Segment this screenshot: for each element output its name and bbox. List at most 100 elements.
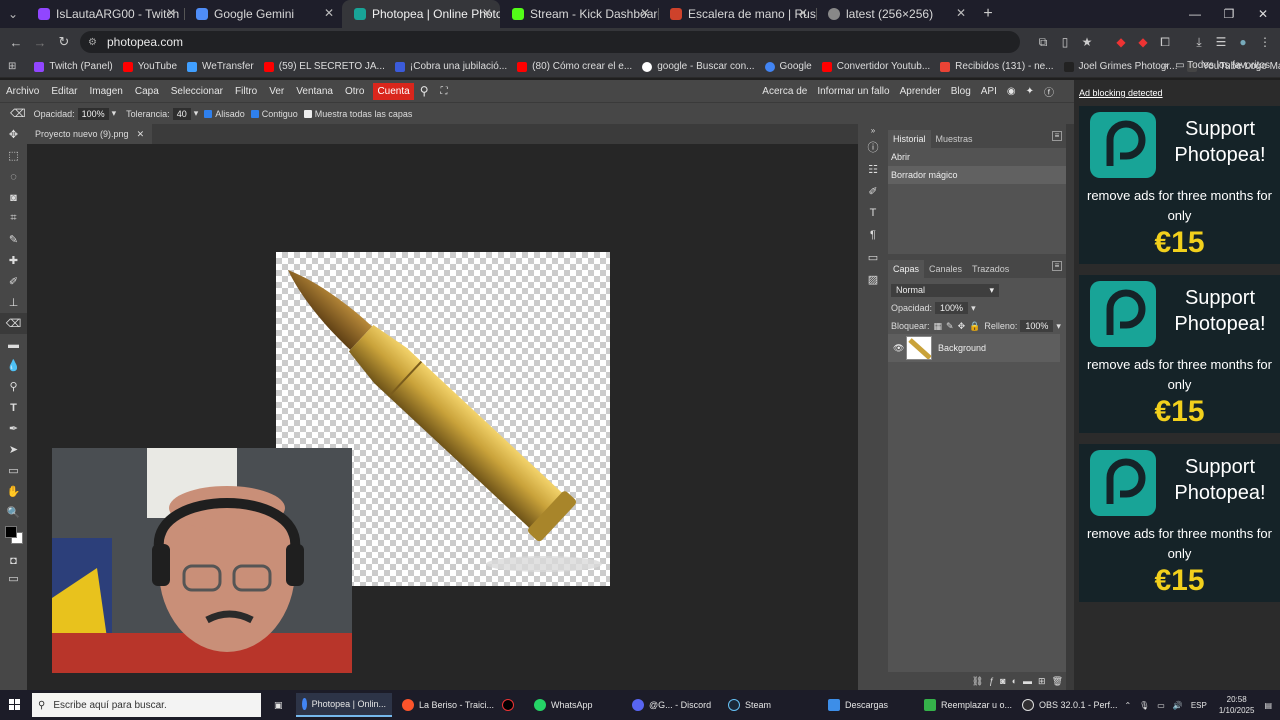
close-document-icon[interactable]: ✕ [137, 124, 145, 144]
language-indicator[interactable]: ESP [1191, 701, 1207, 710]
extension-icon[interactable]: ◆ [1132, 35, 1154, 49]
bookmark-item[interactable]: WeTransfer [187, 61, 254, 72]
browser-tab-rust-wiki[interactable]: Escalera de mano | Rust Wiki✕ [658, 0, 816, 28]
browser-tab-image[interactable]: latest (256×256) ✕ [816, 0, 974, 28]
foreground-color-swatch[interactable] [5, 526, 17, 538]
taskbar-app-tiktok[interactable] [496, 693, 525, 717]
new-group-icon[interactable]: ▬ [1023, 676, 1032, 686]
eyedropper-tool-icon[interactable]: ✎ [0, 229, 27, 250]
zoom-tool-icon[interactable]: 🔍 [0, 502, 27, 523]
bookmark-item[interactable]: google - Buscar con... [642, 61, 755, 72]
menu-otro[interactable]: Otro [339, 86, 370, 97]
bookmark-item[interactable]: YouTube [122, 61, 177, 72]
install-app-icon[interactable]: ⧉ [1032, 35, 1054, 50]
url-field[interactable]: ⚙ photopea.com [80, 31, 1020, 53]
layer-mask-icon[interactable]: ◙ [1000, 676, 1005, 686]
healing-tool-icon[interactable]: ✚ [0, 250, 27, 271]
adjustments-icon[interactable]: ☷ [858, 158, 888, 180]
chevron-down-icon[interactable]: ▾ [112, 108, 117, 119]
profile-avatar[interactable]: ● [1232, 35, 1254, 49]
taskbar-search[interactable]: ⚲ Escribe aquí para buscar. [32, 693, 261, 717]
screen-mode-icon[interactable]: ▭ [0, 568, 27, 589]
bookmark-item[interactable]: (59) EL SECRETO JA... [263, 61, 385, 72]
panel-menu-icon[interactable]: ≡ [1052, 261, 1062, 271]
tray-overflow-icon[interactable]: ⌃ [1124, 701, 1131, 710]
eraser-tool-icon[interactable]: ⌫ [0, 313, 27, 334]
browser-tab-kick[interactable]: Stream - Kick Dashboard ✕ [500, 0, 658, 28]
bookmark-item[interactable]: ¡Cobra una jubilació... [394, 61, 507, 72]
bookmark-item[interactable]: Convertidor Youtub... [821, 61, 930, 72]
apps-grid-icon[interactable]: ⊞ [8, 61, 16, 72]
site-info-icon[interactable]: ⚙ [88, 37, 97, 48]
shape-tool-icon[interactable]: ▭ [0, 460, 27, 481]
taskbar-app-obs[interactable]: OBS 32.0.1 - Perf... [1016, 693, 1124, 717]
info-icon[interactable]: ⓘ [858, 136, 888, 158]
browser-tab-photopea[interactable]: Photopea | Online Photo Editor✕ [342, 0, 500, 28]
page-icon[interactable]: ▯ [1054, 35, 1076, 49]
reddit-icon[interactable]: ◉ [1007, 86, 1016, 97]
layer-opacity-field[interactable]: 100% [935, 302, 969, 314]
menu-ver[interactable]: Ver [263, 86, 290, 97]
taskbar-app-chrome[interactable]: Photopea | Onlin... [296, 693, 392, 717]
start-button[interactable] [0, 690, 30, 720]
taskbar-app-replace[interactable]: Reemplazar u o... [918, 693, 1018, 717]
tab-layers[interactable]: Capas [888, 260, 925, 278]
clone-stamp-tool-icon[interactable]: ⊥ [0, 292, 27, 313]
layer-effects-icon[interactable]: ƒ [989, 676, 994, 686]
chevron-down-icon[interactable]: ▾ [971, 303, 976, 314]
menu-capa[interactable]: Capa [129, 86, 165, 97]
link-layers-icon[interactable]: ⛓ [972, 676, 983, 687]
forward-icon[interactable]: → [28, 35, 52, 50]
dodge-tool-icon[interactable]: ⚲ [0, 376, 27, 397]
bookmark-item[interactable]: Joel Grimes Photogr... [1063, 61, 1177, 72]
menu-filtro[interactable]: Filtro [229, 86, 263, 97]
antialias-checkbox[interactable] [204, 109, 213, 118]
reload-icon[interactable]: ↻ [52, 34, 76, 50]
tab-channels[interactable]: Canales [924, 260, 967, 278]
sample-all-layers-checkbox[interactable] [303, 109, 312, 118]
learn-link[interactable]: Aprender [900, 86, 941, 97]
support-ad[interactable]: Support Photopea! remove ads for three m… [1079, 275, 1280, 433]
browser-tab-twitch[interactable]: IsLautaARG00 - Twitch ✕ [26, 0, 184, 28]
taskbar-app-whatsapp[interactable]: WhatsApp [528, 693, 599, 717]
download-icon[interactable]: ⤓ [1188, 35, 1210, 50]
blur-tool-icon[interactable]: 💧 [0, 355, 27, 376]
browser-tab-gemini[interactable]: Google Gemini ✕ [184, 0, 342, 28]
microphone-icon[interactable]: 🎙 [1139, 701, 1149, 710]
taskbar-app-downloads[interactable]: Descargas [822, 693, 894, 717]
hand-tool-icon[interactable]: ✋ [0, 481, 27, 502]
bookmark-item[interactable]: Recibidos (131) - ne... [940, 61, 1054, 72]
close-tab-icon[interactable]: ✕ [640, 6, 650, 20]
move-tool-icon[interactable]: ✥ [0, 124, 27, 145]
facebook-icon[interactable]: ⓕ [1044, 84, 1054, 99]
chevron-down-icon[interactable]: ▾ [194, 108, 199, 119]
bookmark-item[interactable]: Twitch (Panel) [34, 61, 113, 72]
task-view-icon[interactable]: ▣ [268, 693, 289, 717]
reading-list-icon[interactable]: ☰ [1210, 35, 1232, 49]
close-window-icon[interactable]: ✕ [1246, 0, 1280, 28]
canvas-workspace[interactable] [27, 144, 858, 690]
volume-icon[interactable]: 🔊 [1173, 701, 1183, 710]
chevron-down-icon[interactable]: ▾ [1056, 321, 1061, 332]
new-tab-button[interactable]: + [974, 0, 1002, 28]
panel-menu-icon[interactable]: ≡ [1052, 131, 1062, 141]
text-tool-icon[interactable]: T [0, 397, 27, 418]
bookmark-star-icon[interactable]: ★ [1076, 35, 1098, 49]
chevron-right-icon[interactable]: » [1162, 60, 1168, 71]
eye-visibility-icon[interactable]: 👁 [893, 343, 904, 354]
menu-editar[interactable]: Editar [45, 86, 83, 97]
minimize-icon[interactable]: — [1178, 0, 1212, 28]
bookmark-item[interactable]: (80) Cómo crear el e... [517, 61, 632, 72]
close-tab-icon[interactable]: ✕ [798, 6, 808, 20]
notifications-icon[interactable]: ▤ [1264, 701, 1272, 710]
extension-icon[interactable]: ◆ [1110, 35, 1132, 49]
document-tab[interactable]: Proyecto nuevo (9).png ✕ [27, 124, 153, 144]
search-icon[interactable]: ⚲ [414, 84, 435, 98]
delete-layer-icon[interactable]: 🗑 [1052, 676, 1063, 687]
panel-scrollbar[interactable] [1066, 124, 1074, 690]
lasso-tool-icon[interactable]: ◌ [0, 166, 27, 187]
blend-mode-select[interactable]: Normal ▾ [891, 283, 999, 297]
marquee-tool-icon[interactable]: ⬚ [0, 145, 27, 166]
taskbar-app-steam[interactable]: Steam [722, 693, 777, 717]
fullscreen-icon[interactable]: ⛶ [434, 86, 453, 97]
